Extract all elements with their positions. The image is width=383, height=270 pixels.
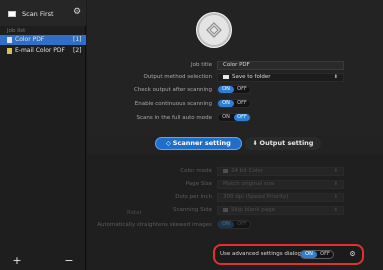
straighten-label: Automatically straightens skewed images	[97, 222, 212, 228]
color-mode-select: 24 bit Color ⬍	[217, 167, 344, 176]
tab-scanner-setting[interactable]: ◇ Scanner setting	[155, 137, 242, 150]
job-item-email-color-pdf[interactable]: E-mail Color PDF [2]	[0, 46, 86, 56]
toggle-on[interactable]: ON	[301, 251, 317, 258]
page-size-label: Page Size	[185, 181, 212, 187]
job-sidebar: Scan First ⚙ Job list Color PDF [1] E-ma…	[0, 0, 86, 270]
full-auto-label: Scans in the full auto mode	[136, 115, 212, 121]
job-settings-area: Job title Color PDF Output method select…	[87, 0, 383, 135]
scanning-side-label: Scanning Side	[172, 207, 212, 213]
job-item-color-pdf[interactable]: Color PDF [1]	[0, 35, 86, 45]
advanced-settings-label: Use advanced settings dialog box	[220, 251, 313, 257]
tab-label: Scanner setting	[172, 139, 231, 147]
tab-output-setting[interactable]: ⬇ Output setting	[245, 137, 321, 150]
job-item-label: Color PDF	[15, 36, 45, 43]
check-output-label: Check output after scanning	[133, 87, 212, 93]
full-auto-toggle[interactable]: ON OFF	[217, 113, 251, 122]
job-list-label: Job list	[7, 28, 26, 34]
settings-icon[interactable]: ⚙	[72, 7, 82, 17]
pdf-icon	[7, 37, 12, 43]
select-caret-icon: ⬍	[333, 168, 338, 174]
toggle-off[interactable]: OFF	[234, 100, 250, 107]
scanning-side-value: Skip blank page	[231, 207, 275, 213]
job-title-label: Job title	[191, 62, 212, 68]
select-caret-icon: ⬍	[333, 194, 338, 200]
scan-first-label[interactable]: Scan First	[22, 10, 54, 18]
sidebar-header: Scan First ⚙	[0, 0, 86, 26]
output-method-value: Save to folder	[232, 74, 271, 80]
select-caret-icon: ⬍	[333, 74, 338, 80]
job-item-label: E-mail Color PDF	[15, 47, 65, 54]
toggle-on[interactable]: ON	[218, 86, 234, 93]
color-mode-label: Color mode	[180, 168, 212, 174]
dpi-select: 300 dpi (Speed Priority) ⬍	[217, 193, 344, 202]
output-method-select[interactable]: Save to folder ⬍	[217, 73, 344, 82]
diamond-icon	[206, 22, 222, 38]
color-icon	[223, 168, 228, 173]
add-job-button[interactable]: +	[12, 255, 22, 266]
continuous-scanning-toggle[interactable]: ON OFF	[217, 99, 251, 108]
download-icon: ⬇	[252, 140, 258, 147]
scan-button[interactable]	[196, 12, 232, 48]
straighten-toggle: ON OFF	[217, 220, 251, 229]
gear-icon[interactable]: ⚙	[348, 250, 357, 259]
rotate-label: Rotat	[127, 210, 142, 216]
check-output-toggle[interactable]: ON OFF	[217, 85, 251, 94]
continuous-scanning-label: Enable continuous scanning	[134, 101, 212, 107]
select-caret-icon: ⬍	[333, 181, 338, 187]
page-size-value: Match original size	[223, 181, 275, 187]
tab-label: Output setting	[259, 139, 314, 147]
scan-first-icon	[8, 11, 16, 17]
page-icon	[223, 207, 228, 212]
toggle-off[interactable]: OFF	[317, 251, 333, 258]
job-title-field[interactable]: Color PDF	[217, 61, 344, 70]
output-method-label: Output method selection	[143, 74, 212, 80]
toggle-off[interactable]: OFF	[234, 86, 250, 93]
page-size-select: Match original size ⬍	[217, 180, 344, 189]
advanced-settings-highlight: Use advanced settings dialog box ON OFF …	[213, 244, 364, 265]
main-panel: Job title Color PDF Output method select…	[87, 0, 383, 270]
job-item-count: [1]	[73, 36, 82, 43]
color-mode-value: 24 bit Color	[231, 168, 264, 174]
advanced-settings-toggle[interactable]: ON OFF	[300, 250, 334, 259]
diamond-icon: ◇	[166, 140, 171, 147]
toggle-on: ON	[218, 221, 234, 228]
toggle-on[interactable]: ON	[218, 114, 234, 121]
select-caret-icon: ⬍	[333, 207, 338, 213]
remove-job-button[interactable]: −	[64, 255, 74, 266]
job-item-count: [2]	[73, 47, 82, 54]
toggle-on[interactable]: ON	[218, 100, 234, 107]
toggle-off: OFF	[237, 221, 247, 227]
scanning-side-select: Skip blank page ⬍	[217, 206, 344, 215]
folder-icon	[223, 74, 229, 79]
email-icon	[7, 48, 12, 54]
dpi-label: Dots per inch	[175, 194, 212, 200]
dpi-value: 300 dpi (Speed Priority)	[223, 194, 289, 200]
toggle-off[interactable]: OFF	[234, 114, 250, 121]
